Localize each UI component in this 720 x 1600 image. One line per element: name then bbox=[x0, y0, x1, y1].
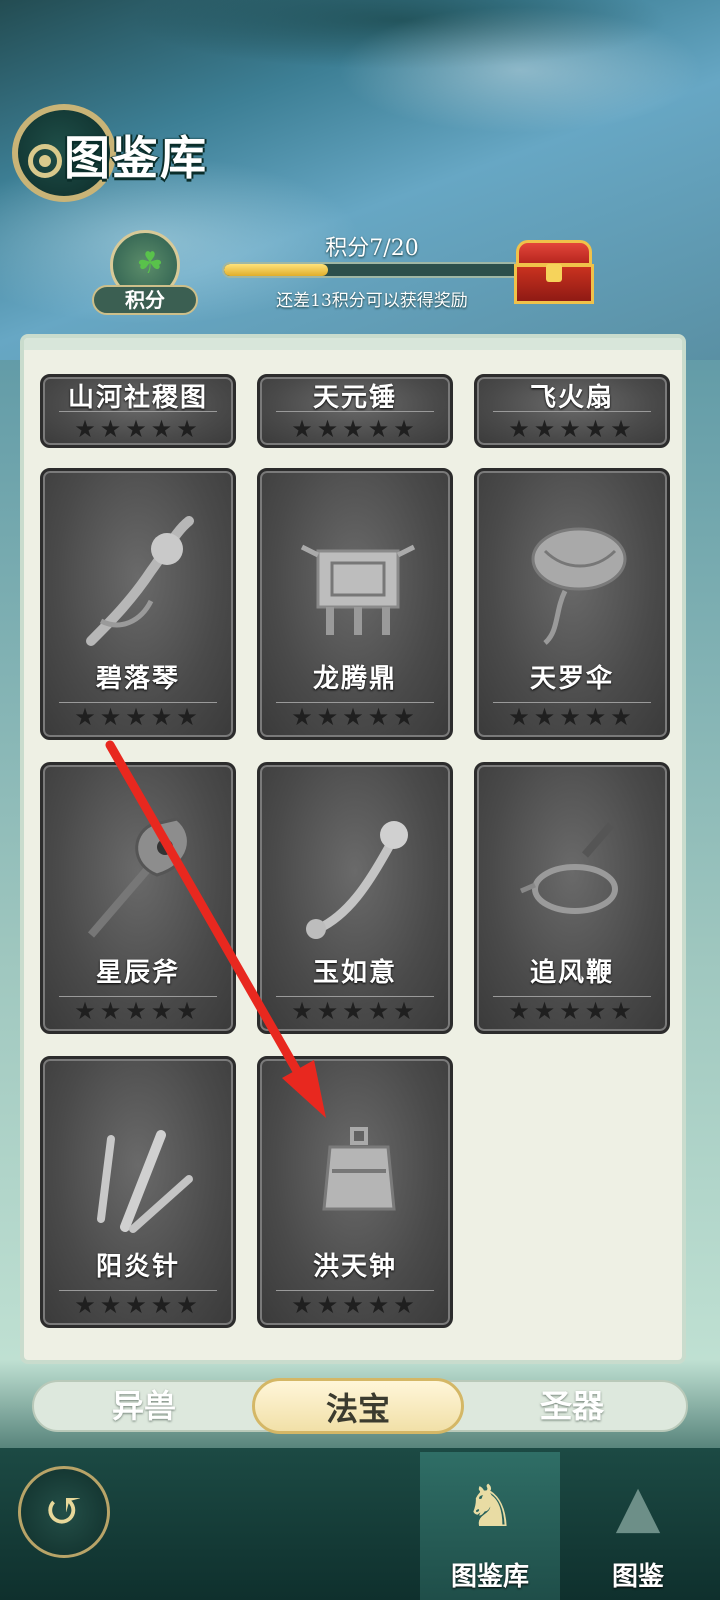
card-partial[interactable]: 天元锤 ★★★★★ bbox=[257, 374, 453, 448]
card-name: 星辰斧 bbox=[95, 958, 180, 988]
collection-panel[interactable]: 山河社稷图 ★★★★★ 天元锤 ★★★★★ 飞火扇 ★★★★★ 碧落琴 ★★★★… bbox=[20, 334, 686, 1364]
card-tianluosan[interactable]: 天罗伞 ★★★★★ bbox=[474, 468, 670, 740]
card-name: 碧落琴 bbox=[95, 664, 180, 694]
bell-icon bbox=[322, 1127, 396, 1211]
card-stars: ★★★★★ bbox=[291, 1291, 419, 1319]
progress-bar bbox=[222, 262, 522, 278]
card-partial[interactable]: 山河社稷图 ★★★★★ bbox=[40, 374, 236, 448]
card-stars: ★★★★★ bbox=[291, 703, 419, 731]
card-name: 追风鞭 bbox=[529, 958, 614, 988]
card-divider bbox=[276, 411, 434, 412]
card-zhuifengbian[interactable]: 追风鞭 ★★★★★ bbox=[474, 762, 670, 1034]
card-name: 洪天钟 bbox=[312, 1252, 397, 1282]
progress-hint: 还差13积分可以获得奖励 bbox=[276, 291, 468, 311]
needle-icon bbox=[97, 1130, 193, 1233]
back-button[interactable]: ↺ bbox=[18, 1466, 110, 1558]
whip-icon bbox=[520, 822, 618, 914]
card-yangyanzhen[interactable]: 阳炎针 ★★★★★ bbox=[40, 1056, 236, 1328]
axe-icon bbox=[87, 817, 190, 938]
nav-item-label: 图鉴库 bbox=[450, 1562, 529, 1592]
moon-icon bbox=[28, 144, 62, 178]
card-name: 天罗伞 bbox=[529, 664, 614, 694]
chest-lid bbox=[516, 240, 592, 266]
page-title: 图鉴库 bbox=[64, 131, 208, 185]
card-name: 龙腾鼎 bbox=[312, 664, 397, 694]
tab-fabao[interactable]: 法宝 bbox=[252, 1378, 464, 1434]
nav-item-tujian[interactable]: ▲ 图鉴 bbox=[568, 1452, 708, 1600]
card-hongtianzhong[interactable]: 洪天钟 ★★★★★ bbox=[257, 1056, 453, 1328]
ruyi-icon bbox=[306, 821, 408, 939]
card-stars: ★★★★★ bbox=[74, 415, 202, 443]
card-stars: ★★★★★ bbox=[508, 703, 636, 731]
card-longtengding[interactable]: 龙腾鼎 ★★★★★ bbox=[257, 468, 453, 740]
tab-yishou[interactable]: 异兽 bbox=[38, 1378, 250, 1434]
card-stars: ★★★★★ bbox=[291, 997, 419, 1025]
tab-shengqi[interactable]: 圣器 bbox=[466, 1378, 678, 1434]
card-stars: ★★★★★ bbox=[74, 1291, 202, 1319]
score-progress: 积分7/20 还差13积分可以获得奖励 bbox=[222, 230, 522, 311]
qin-icon bbox=[86, 516, 194, 646]
card-divider bbox=[493, 411, 651, 412]
score-badge[interactable]: ☘ 积分 bbox=[92, 230, 198, 315]
category-tabs: 异兽 法宝 圣器 bbox=[32, 1378, 688, 1434]
card-stars: ★★★★★ bbox=[74, 997, 202, 1025]
chest-lock bbox=[546, 264, 562, 282]
mountain-icon: ▲ bbox=[615, 1472, 661, 1540]
progress-text: 积分7/20 bbox=[325, 236, 419, 261]
card-stars: ★★★★★ bbox=[508, 415, 636, 443]
card-name: 阳炎针 bbox=[95, 1252, 180, 1282]
card-name: 玉如意 bbox=[312, 958, 397, 988]
card-divider bbox=[59, 411, 217, 412]
panel-top-bar bbox=[24, 338, 682, 350]
card-stars: ★★★★★ bbox=[508, 997, 636, 1025]
fairy-icon: ♞ bbox=[464, 1472, 516, 1540]
card-yuruyi[interactable]: 玉如意 ★★★★★ bbox=[257, 762, 453, 1034]
score-badge-label: 积分 bbox=[92, 285, 198, 315]
card-stars: ★★★★★ bbox=[291, 415, 419, 443]
progress-bar-fill bbox=[224, 264, 328, 276]
clover-icon: ☘ bbox=[136, 246, 164, 281]
umbrella-icon bbox=[531, 527, 627, 645]
card-name: 天元锤 bbox=[312, 383, 397, 413]
card-biluoqin[interactable]: 碧落琴 ★★★★★ bbox=[40, 468, 236, 740]
card-name: 山河社稷图 bbox=[67, 383, 208, 413]
nav-item-label: 图鉴 bbox=[611, 1562, 664, 1592]
treasure-chest-icon[interactable] bbox=[512, 240, 596, 306]
card-name: 飞火扇 bbox=[529, 383, 614, 413]
card-xingchenfu[interactable]: 星辰斧 ★★★★★ bbox=[40, 762, 236, 1034]
card-partial[interactable]: 飞火扇 ★★★★★ bbox=[474, 374, 670, 448]
back-swirl-icon: ↺ bbox=[43, 1483, 85, 1539]
card-stars: ★★★★★ bbox=[74, 703, 202, 731]
nav-item-tujianku[interactable]: ♞ 图鉴库 bbox=[420, 1452, 560, 1600]
ding-icon bbox=[300, 544, 416, 635]
